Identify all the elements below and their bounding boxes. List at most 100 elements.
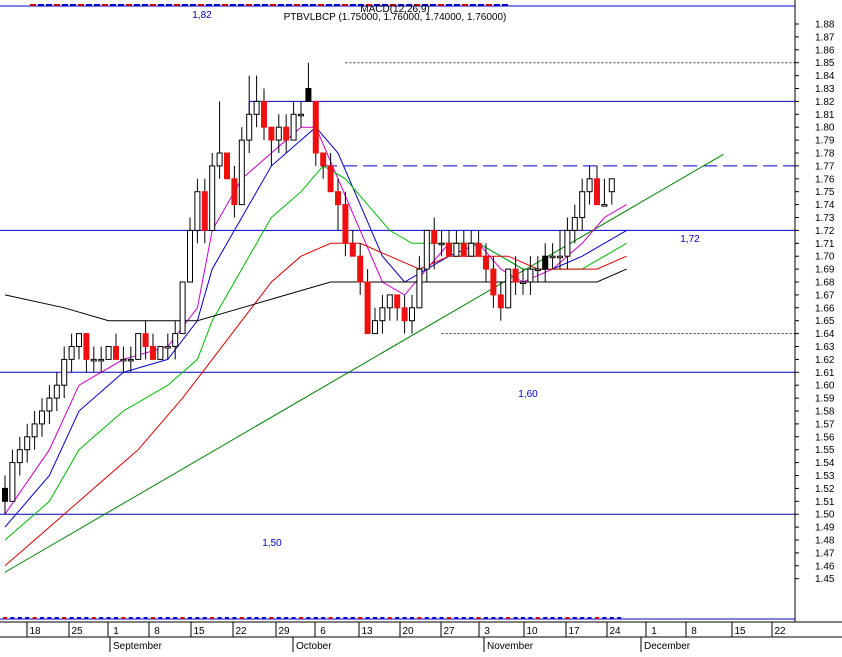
volume-bar: [410, 617, 414, 619]
volume-bar: [54, 617, 59, 619]
volume-bar: [580, 617, 585, 619]
volume-bar: [269, 617, 274, 619]
volume-bar: [217, 617, 222, 619]
x-day-label: 22: [235, 626, 247, 637]
indicator-bar: [326, 4, 332, 6]
indicator-bar: [118, 4, 124, 6]
y-tick-label: 1.59: [815, 394, 835, 405]
volume-bar: [447, 617, 451, 619]
volume-bar: [239, 617, 244, 619]
x-day-label: 22: [774, 626, 786, 637]
indicator-bar: [94, 4, 100, 6]
x-month-label: October: [296, 641, 332, 652]
candle-body: [527, 268, 534, 283]
volume-bar: [602, 617, 607, 619]
candle-body: [298, 113, 304, 117]
indicator-bar: [438, 4, 444, 6]
volume-bar: [424, 617, 429, 619]
y-tick-label: 1.48: [815, 536, 835, 547]
indicator-bar: [278, 4, 284, 6]
candle-body: [557, 255, 563, 259]
indicator-bar: [318, 4, 324, 6]
indicator-bar: [350, 4, 356, 6]
candle-body: [438, 242, 445, 246]
x-day-label: 29: [278, 626, 290, 637]
y-tick-label: 1.62: [815, 355, 835, 366]
chart-background: [0, 0, 842, 652]
candle-body: [16, 449, 23, 464]
y-tick-label: 1.56: [815, 432, 835, 443]
candle-body: [490, 268, 497, 296]
y-tick-label: 1.58: [815, 407, 835, 418]
candle-body: [283, 126, 290, 141]
volume-bar: [587, 617, 592, 619]
candle-body: [135, 333, 142, 360]
candle-body: [194, 191, 201, 231]
x-day-label: 13: [361, 626, 373, 637]
price-chart-svg: MACD(12,26,9) PTBVLBCP (1.75000, 1.76000…: [0, 0, 842, 652]
candle-body: [53, 384, 60, 399]
volume-bar: [17, 617, 22, 619]
volume-bar: [114, 617, 118, 619]
y-tick-label: 1.73: [815, 213, 835, 224]
volume-bar: [506, 617, 511, 619]
candle: [157, 346, 164, 360]
candle-body: [9, 462, 16, 502]
candle-body: [497, 294, 504, 309]
y-tick-label: 1.53: [815, 471, 835, 482]
volume-bar: [151, 617, 155, 619]
indicator-bar: [334, 4, 340, 6]
y-tick-label: 1.77: [815, 161, 835, 172]
volume-bar: [373, 617, 377, 619]
candle-body: [105, 346, 112, 360]
volume-bar: [173, 617, 178, 619]
indicator-bar: [86, 4, 92, 6]
candle-body: [460, 242, 467, 257]
x-day-label: 17: [568, 626, 580, 637]
x-day-label: 20: [402, 626, 414, 637]
candle-body: [120, 358, 127, 362]
y-tick-label: 1.80: [815, 123, 835, 134]
indicator-bar: [230, 4, 236, 6]
x-month-label: November: [487, 641, 534, 652]
indicator-bar: [190, 4, 196, 6]
candle-body: [179, 281, 186, 335]
indicator-bar: [78, 4, 84, 6]
indicator-bar: [46, 4, 52, 6]
indicator-bar: [54, 4, 60, 6]
volume-bar: [276, 617, 281, 619]
x-day-label: 3: [484, 626, 490, 637]
candle-body: [542, 255, 549, 270]
candle-body: [379, 307, 386, 322]
symbol-line: PTBVLBCP (1.75000, 1.76000, 1.74000, 1.7…: [284, 12, 507, 23]
volume-bar: [380, 617, 385, 619]
x-day-label: 24: [609, 626, 621, 637]
volume-bar: [498, 617, 503, 619]
volume-bar: [313, 617, 318, 619]
y-tick-label: 1.61: [815, 368, 835, 379]
candle-body: [571, 217, 578, 231]
volume-bar: [328, 617, 333, 619]
y-tick-label: 1.54: [815, 458, 835, 469]
indicator-bar: [446, 4, 452, 6]
y-tick-label: 1.68: [815, 278, 835, 289]
level-label: 1,60: [518, 389, 538, 400]
volume-bar: [128, 617, 133, 619]
y-tick-label: 1.75: [815, 187, 835, 198]
indicator-bar: [478, 4, 484, 6]
candle-body: [231, 178, 238, 206]
candle-body: [608, 178, 615, 193]
candle-body: [394, 294, 401, 309]
y-tick-label: 1.63: [815, 342, 835, 353]
y-tick-label: 1.52: [815, 484, 835, 495]
volume-bar: [558, 617, 562, 619]
volume-bar: [121, 617, 126, 619]
candle-body: [342, 204, 349, 244]
y-tick-label: 1.78: [815, 149, 835, 160]
stock-chart: MACD(12,26,9) PTBVLBCP (1.75000, 1.76000…: [0, 0, 842, 652]
candle-body: [475, 242, 482, 257]
candle: [105, 346, 112, 360]
volume-bar: [469, 617, 474, 619]
volume-bar: [3, 617, 7, 619]
volume-bar: [40, 617, 44, 619]
